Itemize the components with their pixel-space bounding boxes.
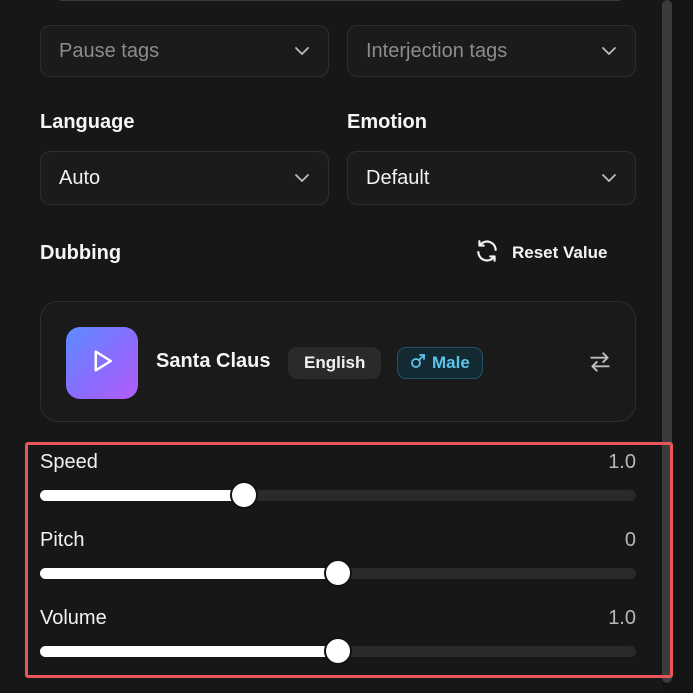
swap-voice-button[interactable] <box>587 349 613 375</box>
refresh-icon <box>474 238 500 269</box>
voice-gender-badge: Male <box>397 347 483 379</box>
interjection-tags-select[interactable]: Interjection tags <box>347 25 636 77</box>
chevron-down-icon <box>601 43 617 59</box>
emotion-value: Default <box>366 166 430 189</box>
voice-language-badge: English <box>288 347 382 379</box>
reset-value-label: Reset Value <box>512 243 608 262</box>
emotion-label: Emotion <box>347 111 427 133</box>
divider <box>60 0 620 1</box>
swap-icon <box>587 352 613 379</box>
male-icon <box>410 353 426 374</box>
play-icon <box>87 346 117 381</box>
voice-gender: Male <box>432 353 470 372</box>
chevron-down-icon <box>601 170 617 186</box>
dubbing-label: Dubbing <box>40 242 122 264</box>
pause-tags-select[interactable]: Pause tags <box>40 25 329 77</box>
highlight-box <box>25 442 673 678</box>
language-value: Auto <box>59 166 101 189</box>
voice-card[interactable]: Santa Claus English Male <box>40 301 636 422</box>
chevron-down-icon <box>294 170 310 186</box>
voice-name: Santa Claus <box>156 350 271 372</box>
interjection-tags-placeholder: Interjection tags <box>366 39 508 62</box>
pause-tags-placeholder: Pause tags <box>59 39 160 62</box>
reset-value-button[interactable]: Reset Value <box>474 239 607 267</box>
voice-play-button[interactable] <box>66 327 138 399</box>
language-select[interactable]: Auto <box>40 151 329 205</box>
emotion-select[interactable]: Default <box>347 151 636 205</box>
language-label: Language <box>40 111 135 133</box>
voice-language: English <box>304 353 366 372</box>
chevron-down-icon <box>294 43 310 59</box>
